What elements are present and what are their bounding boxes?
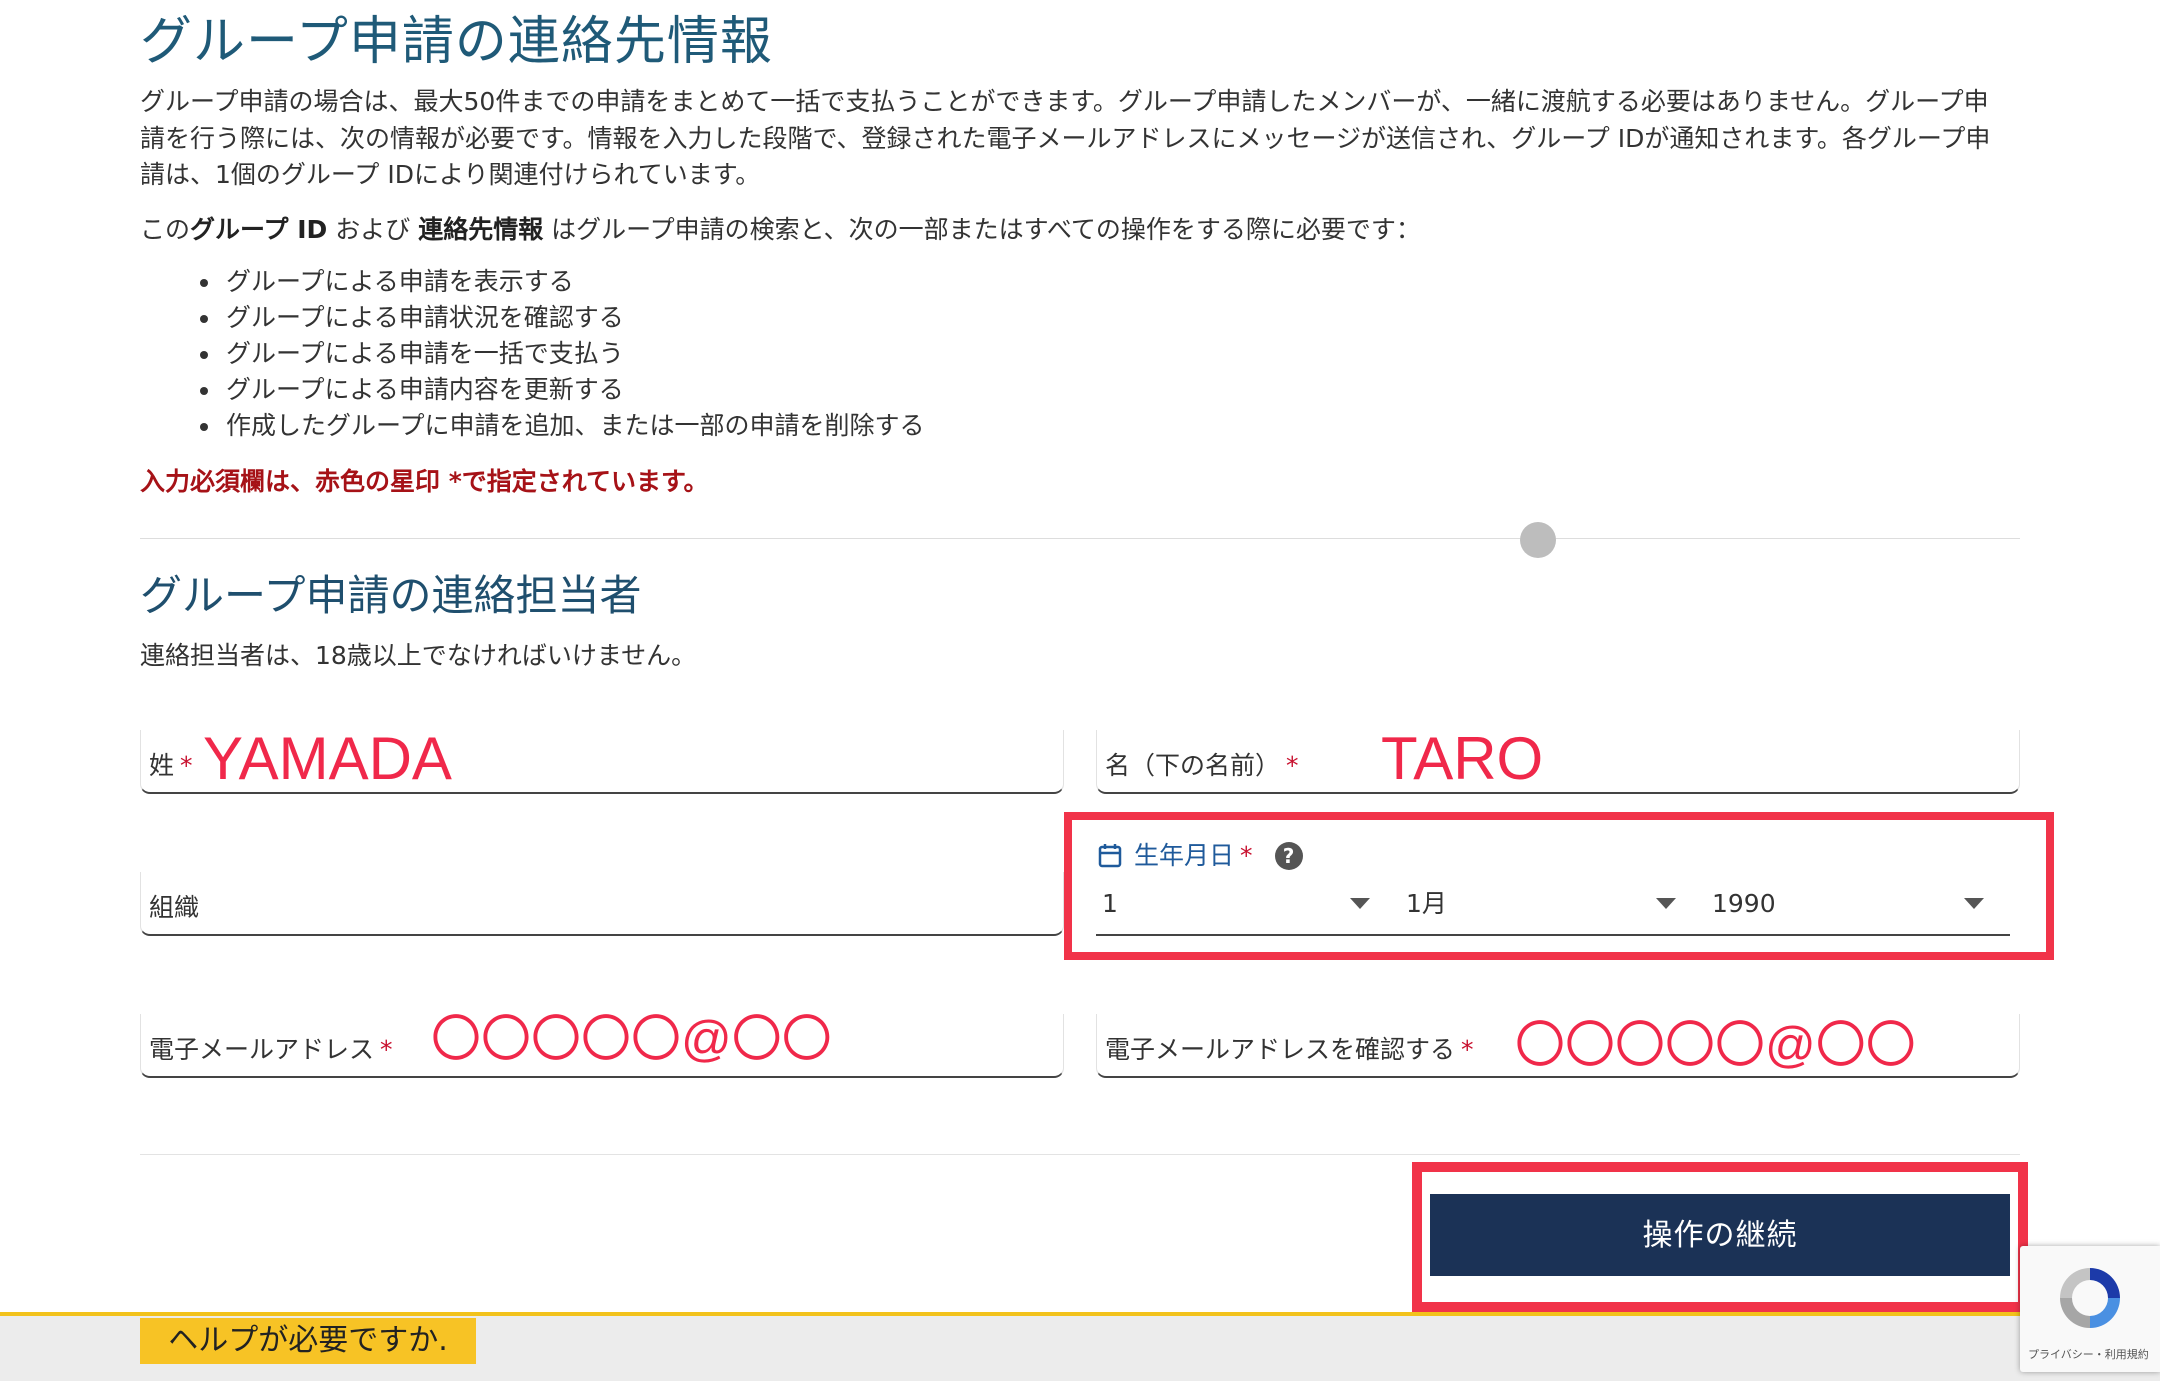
chevron-down-icon (1350, 898, 1370, 909)
help-icon[interactable]: ? (1274, 842, 1303, 870)
list-item: グループによる申請内容を更新する (222, 372, 925, 408)
required-star: * (380, 1035, 393, 1064)
email-confirm-field[interactable]: 電子メールアドレスを確認する * 〇〇〇〇〇@〇〇 (1096, 1014, 2020, 1078)
list-item: グループによる申請状況を確認する (222, 300, 925, 336)
recaptcha-icon (2060, 1268, 2120, 1328)
dob-month-select[interactable]: 1月 (1406, 884, 1676, 924)
chevron-down-icon (1964, 898, 1984, 909)
section-divider (140, 538, 2020, 539)
page-title: グループ申請の連絡先情報 (140, 12, 773, 72)
contact-info-term: 連絡先情報 (418, 215, 544, 244)
email-label: 電子メールアドレス * (149, 1035, 393, 1064)
section-title: グループ申請の連絡担当者 (140, 571, 642, 620)
dob-day-select[interactable]: 1 (1102, 884, 1370, 924)
required-star: * (1461, 1035, 1474, 1064)
list-item: 作成したグループに申請を追加、または一部の申請を削除する (222, 408, 925, 444)
first-name-label: 名（下の名前） * (1105, 751, 1299, 780)
required-fields-note: 入力必須欄は、赤色の星印 *で指定されています。 (140, 467, 709, 496)
first-name-field[interactable]: 名（下の名前） * TARO (1096, 725, 2020, 794)
email-value: 〇〇〇〇〇@〇〇 (431, 1011, 832, 1067)
last-name-field[interactable]: 姓 * YAMADA (140, 725, 1064, 794)
last-name-value: YAMADA (203, 725, 452, 792)
continue-button[interactable]: 操作の継続 (1430, 1194, 2010, 1276)
email-confirm-label: 電子メールアドレスを確認する * (1105, 1035, 1474, 1064)
help-tab[interactable]: ヘルプが必要ですか. (140, 1318, 476, 1364)
group-id-info: このグループ ID および 連絡先情報 はグループ申請の検索と、次の一部またはす… (140, 215, 1421, 244)
list-item: グループによる申請を一括で支払う (222, 336, 925, 372)
organization-label: 組織 (149, 893, 200, 922)
dob-label: 生年月日 *? (1098, 838, 1303, 874)
operations-list: グループによる申請を表示する グループによる申請状況を確認する グループによる申… (140, 264, 925, 444)
first-name-value: TARO (1381, 725, 1544, 792)
required-star: * (180, 751, 193, 780)
required-star: * (1240, 841, 1253, 870)
email-field[interactable]: 電子メールアドレス * 〇〇〇〇〇@〇〇 (140, 1011, 1064, 1078)
dob-underline (1096, 934, 2010, 936)
calendar-icon (1098, 844, 1122, 868)
recaptcha-links[interactable]: プライバシー・利用規約 (2028, 1346, 2149, 1362)
group-id-term: グループ ID (190, 215, 328, 244)
form-divider (140, 1154, 2020, 1155)
intro-paragraph: グループ申請の場合は、最大50件までの申請をまとめて一括で支払うことができます。… (140, 87, 1991, 189)
recaptcha-badge[interactable]: プライバシー・利用規約 (2020, 1246, 2160, 1372)
email-confirm-value: 〇〇〇〇〇@〇〇 (1515, 1017, 1916, 1073)
chevron-down-icon (1656, 898, 1676, 909)
list-item: グループによる申請を表示する (222, 264, 925, 300)
dob-year-select[interactable]: 1990 (1712, 884, 1984, 924)
organization-field[interactable]: 組織 (140, 872, 1064, 936)
last-name-label: 姓 * (149, 751, 193, 780)
section-subtitle: 連絡担当者は、18歳以上でなければいけません。 (140, 641, 697, 670)
required-star: * (1286, 751, 1299, 780)
scroll-handle[interactable] (1520, 522, 1556, 558)
